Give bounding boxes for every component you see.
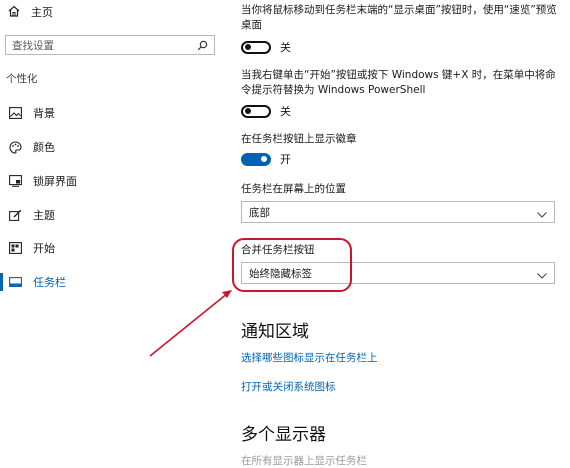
sidebar-item-themes[interactable]: 主题	[8, 206, 55, 224]
select-taskbar-icons-link[interactable]: 选择哪些图标显示在任务栏上	[241, 350, 378, 365]
sidebar-item-label: 颜色	[33, 141, 55, 154]
lock-screen-icon	[8, 174, 22, 188]
position-label: 任务栏在屏幕上的位置	[241, 183, 346, 195]
search-input[interactable]: 查找设置	[5, 35, 215, 55]
sidebar-item-colors[interactable]: 颜色	[8, 138, 55, 156]
notification-area-heading: 通知区域	[241, 322, 309, 342]
chevron-down-icon	[537, 264, 547, 283]
sidebar-item-background[interactable]: 背景	[8, 104, 55, 122]
show-on-all-displays-label: 在所有显示器上显示任务栏	[241, 455, 367, 467]
taskbar-settings-pane: 当你将鼠标移动到任务栏末端的“显示桌面”按钮时，使用“速览”预览桌面 关 当我右…	[222, 0, 570, 468]
sidebar-item-label: 背景	[33, 107, 55, 120]
settings-sidebar: 主页 查找设置 个性化 背景 颜色 锁屏界面 主题 开始 任务栏	[0, 0, 222, 468]
section-label-personalization: 个性化	[6, 73, 38, 85]
badges-label: 在任务栏按钮上显示徽章	[241, 133, 357, 145]
image-icon	[8, 106, 22, 120]
position-dropdown[interactable]: 底部	[241, 201, 555, 223]
search-icon	[197, 36, 208, 55]
peek-description: 当你将鼠标移动到任务栏末端的“显示桌面”按钮时，使用“速览”预览桌面	[241, 4, 557, 31]
system-icons-link[interactable]: 打开或关闭系统图标	[241, 379, 336, 394]
peek-toggle-row: 关	[241, 40, 291, 54]
peek-toggle[interactable]	[241, 40, 271, 54]
active-indicator	[0, 273, 3, 291]
sidebar-item-label: 主题	[33, 209, 55, 222]
multiple-displays-heading: 多个显示器	[241, 425, 326, 445]
search-placeholder: 查找设置	[12, 39, 54, 52]
taskbar-icon	[8, 275, 22, 289]
position-dropdown-value: 底部	[249, 206, 270, 219]
home-label: 主页	[31, 6, 53, 19]
sidebar-item-label: 开始	[33, 242, 55, 255]
badges-toggle-row: 开	[241, 152, 291, 166]
chevron-down-icon	[537, 203, 547, 222]
powershell-toggle[interactable]	[241, 104, 271, 118]
sidebar-item-start[interactable]: 开始	[8, 239, 55, 257]
powershell-description: 当我右键单击“开始”按钮或按下 Windows 键+X 时，在菜单中将命令提示符…	[241, 69, 556, 96]
sidebar-item-taskbar[interactable]: 任务栏	[8, 273, 66, 291]
badges-toggle-state: 开	[280, 153, 291, 166]
home-icon	[7, 3, 21, 22]
annotation-highlight	[232, 238, 352, 292]
palette-icon	[8, 140, 22, 154]
home-nav-item[interactable]: 主页	[7, 2, 53, 22]
brush-icon	[8, 208, 22, 222]
sidebar-item-lock-screen[interactable]: 锁屏界面	[8, 172, 77, 190]
powershell-toggle-state: 关	[280, 105, 291, 118]
sidebar-item-label: 锁屏界面	[33, 175, 77, 188]
start-icon	[8, 241, 22, 255]
powershell-toggle-row: 关	[241, 104, 291, 118]
sidebar-item-label: 任务栏	[33, 276, 66, 289]
badges-toggle[interactable]	[241, 152, 271, 166]
peek-toggle-state: 关	[280, 41, 291, 54]
